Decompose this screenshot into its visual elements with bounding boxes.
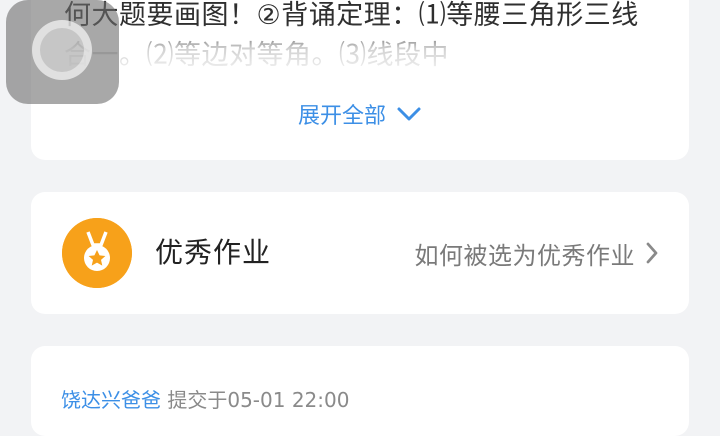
how-to-be-selected-label: 如何被选为优秀作业 — [414, 241, 635, 270]
description-fade-overlay — [31, 24, 689, 94]
medal-icon — [62, 218, 132, 288]
expand-all-button[interactable]: 展开全部 — [31, 97, 689, 131]
how-to-be-selected-link[interactable]: 如何被选为优秀作业 — [415, 236, 660, 270]
submitter-name[interactable]: 饶达兴爸爸 — [61, 388, 161, 412]
assistive-touch-button[interactable] — [6, 0, 119, 104]
submission-meta: 饶达兴爸爸 提交于05-01 22:00 — [61, 384, 349, 413]
submission-card[interactable]: 饶达兴爸爸 提交于05-01 22:00 — [31, 346, 689, 436]
chevron-down-icon — [397, 107, 421, 121]
description-card: 何大题要画图！②背诵定理：⑴等腰三角形三线合一。⑵等边对等角。⑶线段中 展开全部 — [31, 0, 689, 160]
excellent-homework-card: 优秀作业 如何被选为优秀作业 — [31, 192, 689, 314]
expand-all-label: 展开全部 — [297, 104, 386, 129]
assistive-touch-icon — [32, 20, 92, 80]
excellent-homework-title: 优秀作业 — [155, 236, 272, 269]
submission-time: 提交于05-01 22:00 — [167, 388, 350, 412]
chevron-right-icon — [646, 242, 658, 264]
